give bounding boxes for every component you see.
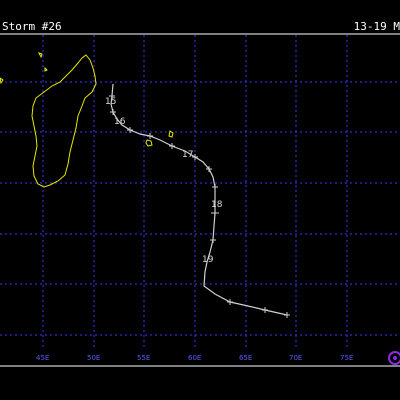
track-fix-marker: [212, 184, 218, 190]
west-coast-islet: [0, 77, 4, 85]
unisys-logo-icon: [388, 351, 400, 365]
lon-label-60e: 60E: [188, 354, 201, 362]
track-fix-marker: [284, 312, 290, 318]
lon-label-50e: 50E: [87, 354, 100, 362]
lon-label-75e: 75E: [340, 354, 353, 362]
day-label-18: 18: [211, 200, 223, 210]
track-fix-marker: [169, 143, 175, 149]
day-label-19: 19: [202, 255, 214, 265]
lon-label-45e: 45E: [36, 354, 49, 362]
track-map: 15 16 17 18 19 45E 50E 55E 60E 65E 70E 7…: [0, 33, 400, 367]
track-fix-marker: [211, 210, 219, 216]
track-fix-marker: [147, 133, 153, 139]
day-label-17: 17: [182, 150, 193, 160]
lon-label-65e: 65E: [239, 354, 252, 362]
track-fix-marker: [127, 127, 133, 133]
madagascar-coastline: [31, 54, 97, 188]
comoros-island-1: [38, 52, 43, 59]
track-fix-marker: [110, 109, 116, 115]
map-frame: Storm #26 13-19 M 15 16 17 18 19 45E 50E…: [0, 0, 400, 400]
mauritius-island: [168, 130, 174, 138]
comoros-island-2: [44, 66, 48, 72]
storm-track: [110, 83, 288, 316]
track-fix-marker: [227, 299, 233, 305]
track-fix-marker: [210, 237, 216, 243]
day-label-15: 15: [105, 97, 116, 107]
reunion-island: [145, 139, 153, 147]
lon-label-55e: 55E: [137, 354, 150, 362]
lon-label-70e: 70E: [289, 354, 302, 362]
day-label-16: 16: [114, 117, 126, 127]
track-fix-marker: [262, 307, 268, 313]
